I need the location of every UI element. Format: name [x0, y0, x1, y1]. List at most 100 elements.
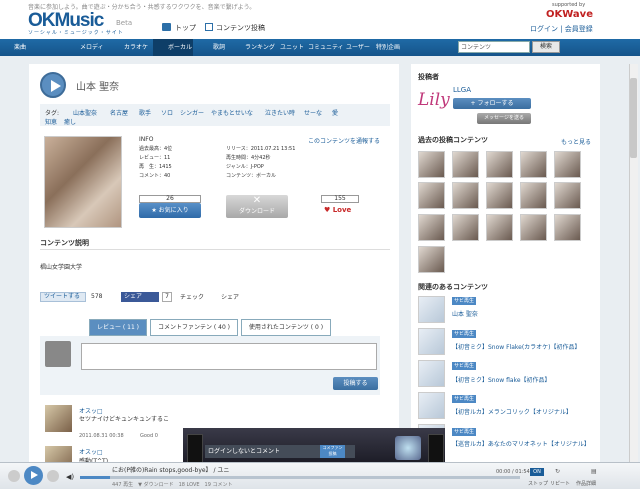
tag-link[interactable]: やまもとせいな — [211, 108, 253, 117]
tab-used-contents[interactable]: 使用されたコンテンツ ( 0 ) — [241, 319, 331, 336]
tab-comment-fountain[interactable]: コメントファンテン ( 40 ) — [150, 319, 238, 336]
related-title[interactable]: 【初音ミク】Snow flake【初作品】 — [452, 375, 551, 384]
tag-link[interactable]: 名古屋 — [110, 108, 128, 117]
nav-item-karaoke[interactable]: カラオケ — [124, 39, 148, 56]
related-thumb[interactable] — [418, 360, 445, 387]
tag-link[interactable]: せーな — [304, 108, 322, 117]
review-input[interactable] — [81, 343, 377, 370]
tag-link[interactable]: 歌手 — [139, 108, 151, 117]
related-thumb[interactable] — [418, 296, 445, 323]
play-button[interactable] — [40, 72, 66, 98]
past-content-thumb[interactable] — [418, 214, 445, 241]
stop-toggle[interactable]: ON — [530, 468, 544, 476]
past-content-thumb[interactable] — [554, 151, 581, 178]
related-title[interactable]: 【初音ミク】Snow Flake(カラオケ)【初作品】 — [452, 342, 581, 351]
seek-bar[interactable] — [80, 476, 520, 479]
tweet-button[interactable]: ツイートする — [40, 292, 86, 302]
post-review-button[interactable]: 投稿する — [333, 377, 378, 390]
send-message-button[interactable]: メッセージを送る — [477, 113, 531, 124]
love-button[interactable]: ♥ Love — [324, 206, 351, 214]
past-content-thumb[interactable] — [452, 182, 479, 209]
favorite-button[interactable]: ★ お気に入り — [139, 203, 201, 218]
nav-item-ranking[interactable]: ランキング — [245, 39, 275, 56]
player-play-button[interactable] — [24, 466, 43, 485]
login-register-link[interactable]: ログイン | 会員登録 — [530, 24, 593, 34]
past-content-thumb[interactable] — [418, 246, 445, 273]
related-thumb[interactable] — [418, 392, 445, 419]
description-header: コンテンツ説明 — [40, 239, 89, 247]
nav-item-users[interactable]: ユーザー — [346, 39, 370, 56]
past-content-thumb[interactable] — [486, 151, 513, 178]
previous-button[interactable] — [8, 470, 20, 482]
mixi-check-button[interactable]: チェック — [180, 292, 204, 301]
content-title: 山本 聖奈 — [76, 82, 120, 93]
info-release: リリース：2011.07.21 13:51 — [226, 146, 296, 152]
poster-name[interactable]: LLGA — [453, 86, 471, 94]
nav-item-special[interactable]: 特別企画 — [376, 39, 400, 56]
nav-item-community[interactable]: コミュニティ — [308, 39, 344, 56]
more-link[interactable]: もっと見る — [561, 137, 591, 146]
comment-fountain-post-button[interactable]: コメファン 投稿 — [320, 445, 345, 458]
past-content-thumb[interactable] — [554, 214, 581, 241]
sabi-play-badge[interactable]: サビ再生 — [452, 297, 477, 305]
related-title[interactable]: 【初音ルカ】メランコリック【オリジナル】 — [452, 407, 572, 416]
playback-time: 00:00 / 01:54 — [496, 469, 530, 475]
scrollbar-thumb[interactable] — [630, 78, 637, 158]
nav-top-link[interactable]: トップ — [175, 23, 196, 33]
tag-link[interactable]: 知恵 — [45, 117, 57, 126]
review-author[interactable]: オスッ□ — [79, 447, 103, 456]
past-content-thumb[interactable] — [520, 182, 547, 209]
past-content-thumb[interactable] — [520, 214, 547, 241]
poster-logo[interactable]: Lily — [418, 90, 450, 110]
nav-item-lyrics[interactable]: 歌詞 — [213, 39, 225, 56]
past-content-thumb[interactable] — [520, 151, 547, 178]
tag-link[interactable]: 癒し — [64, 117, 76, 126]
now-playing-title: にお(P雑の)Rain stops,good-bye】 / ユニ — [112, 467, 230, 474]
tag-link[interactable]: 泣きたい時 — [265, 108, 295, 117]
past-content-thumb[interactable] — [452, 151, 479, 178]
tab-reviews[interactable]: レビュー ( 11 ) — [89, 319, 147, 336]
past-content-thumb[interactable] — [452, 214, 479, 241]
tag-link[interactable]: ソロ — [161, 108, 173, 117]
volume-icon[interactable]: ◀) — [66, 473, 74, 481]
search-button[interactable]: 検索 — [532, 41, 560, 53]
repeat-icon[interactable]: ↻ — [555, 468, 560, 475]
past-content-thumb[interactable] — [418, 151, 445, 178]
follow-button[interactable]: + フォローする — [453, 98, 531, 109]
nav-item-vocal[interactable]: ボーカル — [168, 39, 192, 56]
report-link[interactable]: このコンテンツを通報する — [308, 136, 380, 145]
avatar — [45, 405, 72, 432]
details-label: 作品詳細 — [576, 481, 597, 487]
tag-label: タグ: — [45, 110, 60, 117]
review-date: 2011.08.31 00:38 — [79, 433, 124, 439]
related-title[interactable]: 山本 聖奈 — [452, 309, 478, 318]
sabi-play-badge[interactable]: サビ再生 — [452, 395, 477, 403]
past-content-thumb[interactable] — [486, 182, 513, 209]
related-title[interactable]: 【巡音ルカ】あなたのマリオネット【オリジナル】 — [452, 439, 590, 448]
tag-link[interactable]: シンガー — [180, 108, 204, 117]
download-button[interactable]: ✕ ダウンロード — [226, 195, 288, 218]
review-good-button[interactable]: Good 0 — [140, 433, 158, 439]
avatar — [45, 341, 71, 367]
sabi-play-badge[interactable]: サビ再生 — [452, 428, 477, 436]
review-text: セツナイけどキュンキュンするこ — [79, 416, 170, 423]
nav-item-unit[interactable]: ユニット — [280, 39, 304, 56]
tag-link[interactable]: 愛 — [332, 108, 338, 117]
nav-item-melody[interactable]: メロディ — [80, 39, 104, 56]
share-button[interactable]: シェア — [221, 292, 239, 301]
past-content-thumb[interactable] — [418, 182, 445, 209]
next-button[interactable] — [47, 470, 59, 482]
related-thumb[interactable] — [418, 328, 445, 355]
speaker-icon — [428, 434, 444, 464]
facebook-share-button[interactable]: シェア — [121, 292, 159, 302]
sabi-play-badge[interactable]: サビ再生 — [452, 362, 477, 370]
nav-post-link[interactable]: コンテンツ投稿 — [216, 23, 265, 33]
speaker-icon — [187, 434, 203, 464]
past-content-thumb[interactable] — [486, 214, 513, 241]
tag-link[interactable]: 山本聖奈 — [73, 108, 97, 117]
past-content-thumb[interactable] — [554, 182, 581, 209]
details-icon[interactable]: ▤ — [591, 468, 597, 475]
nav-item-songs[interactable]: 楽曲 — [14, 39, 26, 56]
okwave-logo[interactable]: OKWave — [546, 9, 593, 20]
sabi-play-badge[interactable]: サビ再生 — [452, 330, 477, 338]
